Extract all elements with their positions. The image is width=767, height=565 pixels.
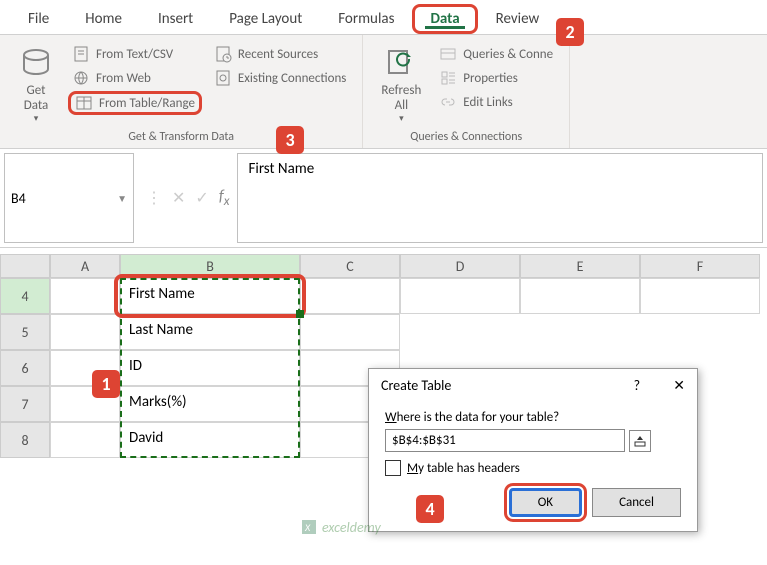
callout-3: 3 xyxy=(276,126,304,154)
callout-1: 1 xyxy=(92,370,120,398)
cell-E4[interactable] xyxy=(520,278,640,314)
cancel-icon[interactable]: ✕ xyxy=(172,188,185,208)
headers-checkbox[interactable] xyxy=(385,460,401,476)
ok-button[interactable]: OK xyxy=(509,488,582,517)
connection-icon xyxy=(214,69,232,87)
row-header-6[interactable]: 6 xyxy=(0,350,50,386)
cell-B7[interactable]: Marks(%) xyxy=(120,386,300,422)
refresh-icon xyxy=(383,45,419,81)
tab-data[interactable]: Data xyxy=(412,4,477,34)
fill-handle[interactable] xyxy=(296,310,304,318)
ribbon: Get Data ▾ From Text/CSV From Web From T… xyxy=(0,35,767,149)
col-header-B[interactable]: B xyxy=(120,254,300,278)
dialog-close-button[interactable]: ✕ xyxy=(673,377,685,394)
cell-F4[interactable] xyxy=(640,278,760,314)
select-all-corner[interactable] xyxy=(0,254,50,278)
cell-B5[interactable]: Last Name xyxy=(120,314,300,350)
from-text-csv-button[interactable]: From Text/CSV xyxy=(68,43,202,65)
recent-icon xyxy=(214,45,232,63)
tab-file[interactable]: File xyxy=(10,4,67,34)
ribbon-tabs: File Home Insert Page Layout Formulas Da… xyxy=(0,0,767,35)
row-header-8[interactable]: 8 xyxy=(0,422,50,458)
cell-C4[interactable] xyxy=(300,278,400,314)
cell-A5[interactable] xyxy=(50,314,120,350)
dots-icon: ⋮ xyxy=(146,188,162,208)
group-label-queries: Queries & Connections xyxy=(375,130,557,144)
row-header-4[interactable]: 4 xyxy=(0,278,50,314)
tab-home[interactable]: Home xyxy=(67,4,140,34)
collapse-dialog-button[interactable] xyxy=(629,430,651,452)
from-web-button[interactable]: From Web xyxy=(68,67,202,89)
table-range-input[interactable] xyxy=(385,429,625,452)
col-header-E[interactable]: E xyxy=(520,254,640,278)
row-header-5[interactable]: 5 xyxy=(0,314,50,350)
cell-A8[interactable] xyxy=(50,422,120,458)
formula-bar-icons: ⋮ ✕ ✓ fx xyxy=(138,149,237,247)
formula-bar-row: B4 ▼ ⋮ ✕ ✓ fx First Name xyxy=(0,149,767,248)
tab-page-layout[interactable]: Page Layout xyxy=(211,4,320,34)
get-data-button[interactable]: Get Data ▾ xyxy=(12,43,60,126)
name-box[interactable]: B4 ▼ xyxy=(4,153,134,243)
from-table-range-button[interactable]: From Table/Range xyxy=(68,91,202,115)
link-icon xyxy=(439,93,457,111)
dialog-help-button[interactable]: ? xyxy=(634,377,641,394)
properties-button: Properties xyxy=(435,67,557,89)
col-header-C[interactable]: C xyxy=(300,254,400,278)
existing-connections-button[interactable]: Existing Connections xyxy=(210,67,350,89)
cell-A4[interactable] xyxy=(50,278,120,314)
cell-B8[interactable]: David xyxy=(120,422,300,458)
queries-icon xyxy=(439,45,457,63)
dialog-prompt: Where is the data for your table? xyxy=(385,410,681,425)
tab-insert[interactable]: Insert xyxy=(140,4,211,34)
svg-text:X: X xyxy=(304,521,311,534)
col-header-D[interactable]: D xyxy=(400,254,520,278)
collapse-icon xyxy=(634,435,646,447)
cancel-button[interactable]: Cancel xyxy=(592,488,681,517)
col-header-A[interactable]: A xyxy=(50,254,120,278)
tab-review[interactable]: Review xyxy=(478,4,558,34)
tab-formulas[interactable]: Formulas xyxy=(320,4,412,34)
callout-2: 2 xyxy=(556,18,584,46)
dropdown-icon[interactable]: ▼ xyxy=(117,192,127,205)
formula-bar[interactable]: First Name xyxy=(237,153,763,243)
table-icon xyxy=(75,94,93,112)
cell-D4[interactable] xyxy=(400,278,520,314)
group-get-transform: Get Data ▾ From Text/CSV From Web From T… xyxy=(0,35,363,148)
cell-B4[interactable]: First Name xyxy=(120,278,300,314)
row-header-7[interactable]: 7 xyxy=(0,386,50,422)
dialog-title: Create Table xyxy=(381,377,451,394)
fx-icon[interactable]: fx xyxy=(219,187,230,209)
cell-B6[interactable]: ID xyxy=(120,350,300,386)
database-icon xyxy=(18,45,54,81)
edit-links-button: Edit Links xyxy=(435,91,557,113)
group-queries-connections: Refresh All ▾ Queries & Conne Properties… xyxy=(363,35,570,148)
excel-logo-icon: X xyxy=(300,518,318,536)
properties-icon xyxy=(439,69,457,87)
recent-sources-button[interactable]: Recent Sources xyxy=(210,43,350,65)
enter-icon[interactable]: ✓ xyxy=(195,188,208,208)
cell-C5[interactable] xyxy=(300,314,400,350)
file-text-icon xyxy=(72,45,90,63)
globe-icon xyxy=(72,69,90,87)
headers-checkbox-label: My table has headers xyxy=(407,461,520,476)
refresh-all-button[interactable]: Refresh All ▾ xyxy=(375,43,427,126)
queries-connections-button[interactable]: Queries & Conne xyxy=(435,43,557,65)
callout-4: 4 xyxy=(416,495,444,523)
col-header-F[interactable]: F xyxy=(640,254,760,278)
